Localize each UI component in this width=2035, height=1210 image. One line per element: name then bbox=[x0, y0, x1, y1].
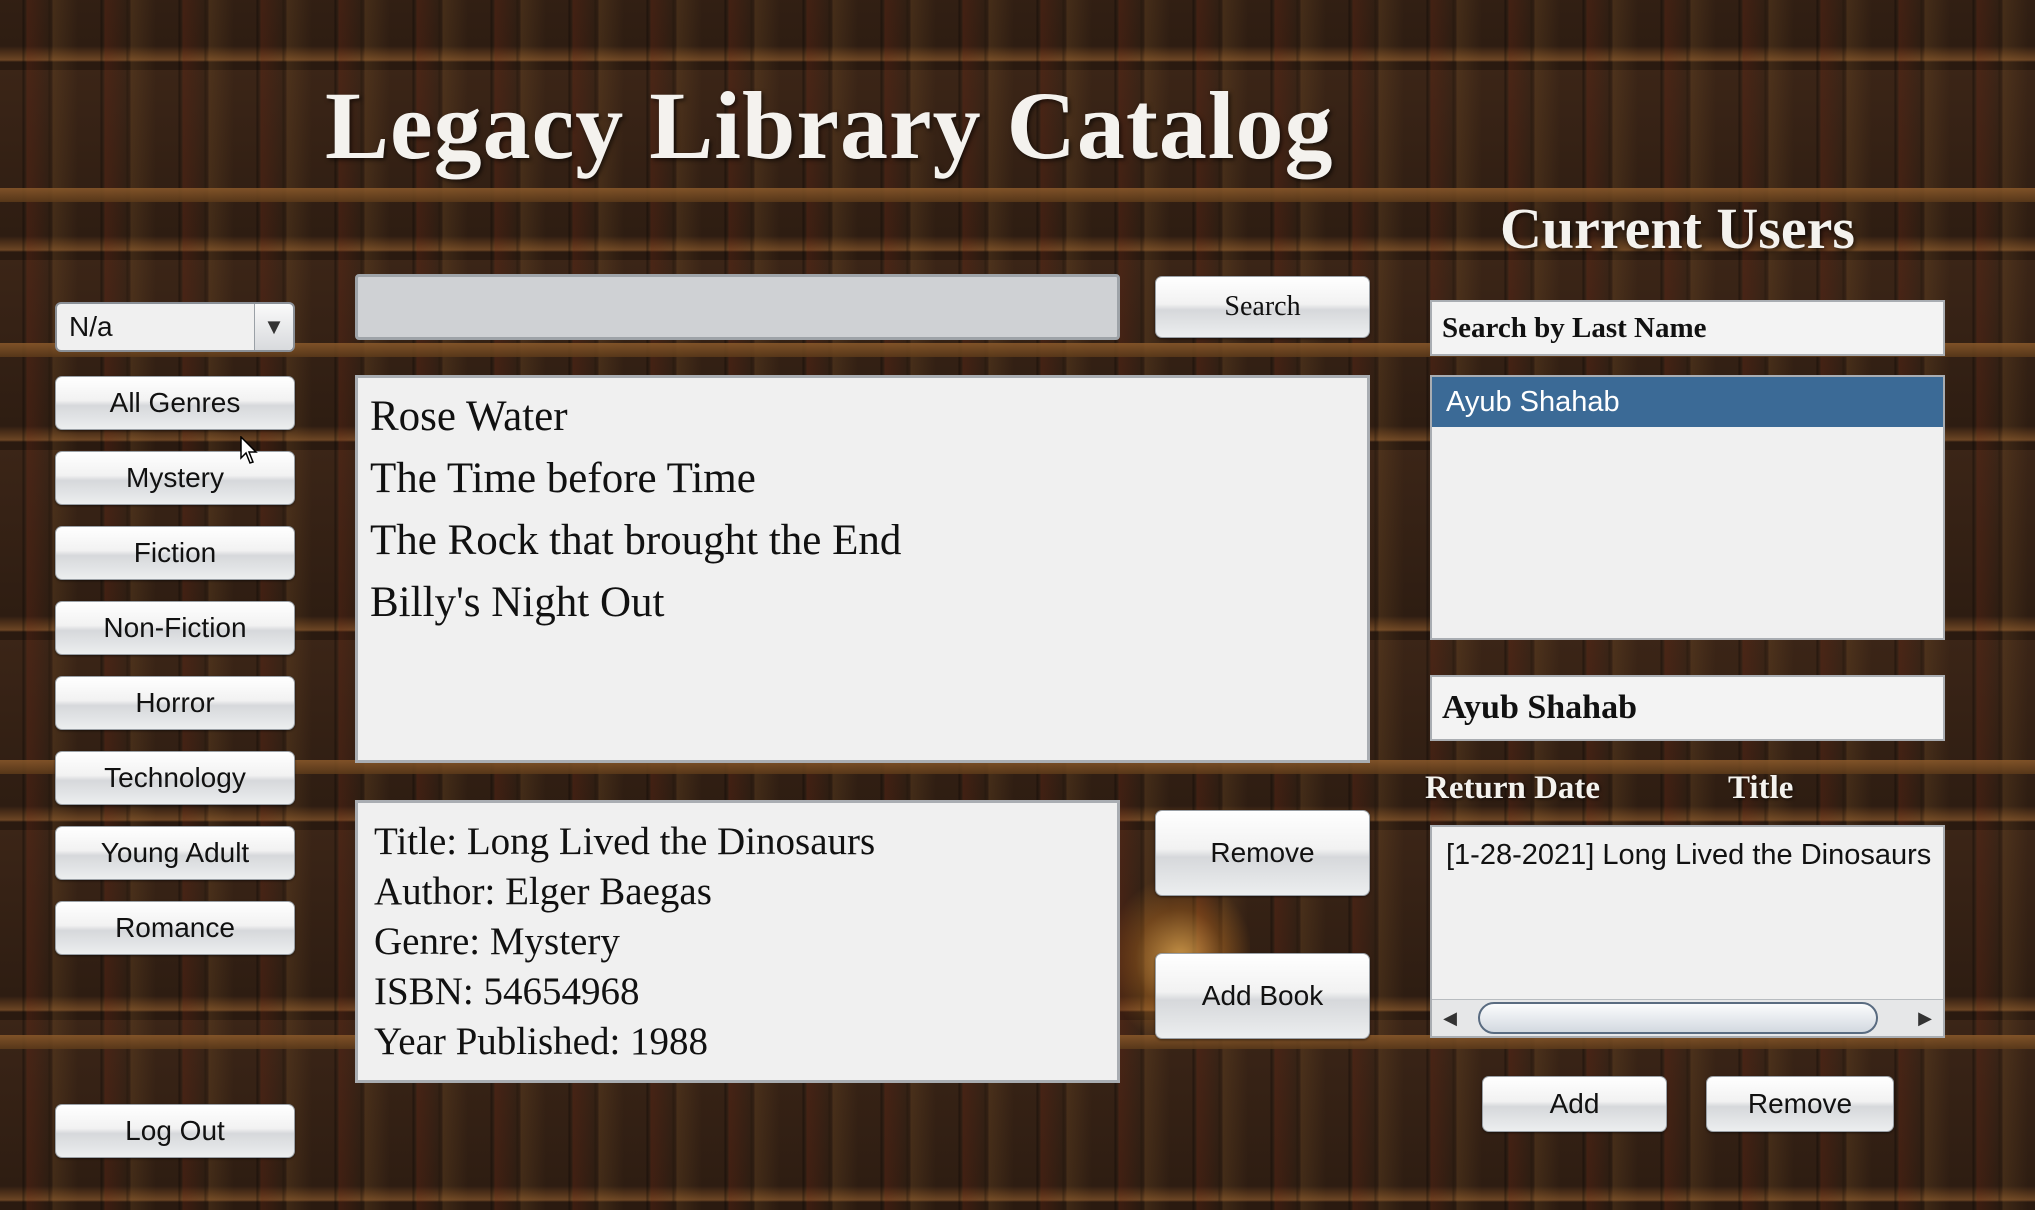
user-list[interactable]: Ayub Shahab bbox=[1430, 375, 1945, 640]
book-isbn: ISBN: 54654968 bbox=[374, 970, 640, 1013]
column-header-title: Title bbox=[1728, 770, 1794, 806]
genre-dropdown[interactable]: N/a ▼ bbox=[55, 302, 295, 352]
genre-button-romance[interactable]: Romance bbox=[55, 901, 295, 955]
logout-button[interactable]: Log Out bbox=[55, 1104, 295, 1158]
list-item[interactable]: [1-28-2021] Long Lived the Dinosaurs bbox=[1446, 839, 1931, 872]
mouse-cursor-icon bbox=[240, 436, 258, 464]
user-search-input[interactable]: Search by Last Name bbox=[1430, 300, 1945, 356]
list-item[interactable]: Rose Water bbox=[370, 386, 1355, 448]
book-year: Year Published: 1988 bbox=[374, 1020, 709, 1063]
genre-button-horror[interactable]: Horror bbox=[55, 676, 295, 730]
remove-book-button[interactable]: Remove bbox=[1155, 810, 1370, 896]
add-loan-button[interactable]: Add bbox=[1482, 1076, 1667, 1132]
book-list[interactable]: Rose Water The Time before Time The Rock… bbox=[355, 375, 1370, 763]
selected-user-name: Ayub Shahab bbox=[1430, 675, 1945, 741]
list-item[interactable]: The Time before Time bbox=[370, 448, 1355, 510]
genre-button-young-adult[interactable]: Young Adult bbox=[55, 826, 295, 880]
app-title: Legacy Library Catalog bbox=[325, 72, 1334, 179]
remove-loan-button[interactable]: Remove bbox=[1706, 1076, 1894, 1132]
scroll-right-icon[interactable]: ▶ bbox=[1907, 1000, 1943, 1036]
genre-button-all[interactable]: All Genres bbox=[55, 376, 295, 430]
book-genre: Genre: Mystery bbox=[374, 920, 620, 963]
add-book-button[interactable]: Add Book bbox=[1155, 953, 1370, 1039]
list-item[interactable]: The Rock that brought the End bbox=[370, 510, 1355, 572]
book-search-input[interactable] bbox=[355, 274, 1120, 340]
book-title: Title: Long Lived the Dinosaurs bbox=[374, 820, 876, 863]
book-details-panel: Title: Long Lived the Dinosaurs Author: … bbox=[355, 800, 1120, 1083]
scroll-left-icon[interactable]: ◀ bbox=[1432, 1000, 1468, 1036]
scrollbar-thumb[interactable] bbox=[1478, 1002, 1878, 1034]
list-item[interactable]: Billy's Night Out bbox=[370, 572, 1355, 634]
genre-button-non-fiction[interactable]: Non-Fiction bbox=[55, 601, 295, 655]
book-author: Author: Elger Baegas bbox=[374, 870, 712, 913]
list-item-selected[interactable]: Ayub Shahab bbox=[1432, 377, 1943, 427]
horizontal-scrollbar[interactable]: ◀ ▶ bbox=[1432, 999, 1943, 1036]
genre-button-fiction[interactable]: Fiction bbox=[55, 526, 295, 580]
genre-button-technology[interactable]: Technology bbox=[55, 751, 295, 805]
chevron-down-icon[interactable]: ▼ bbox=[254, 304, 293, 350]
search-button[interactable]: Search bbox=[1155, 276, 1370, 338]
column-header-return-date: Return Date bbox=[1425, 770, 1601, 806]
genre-dropdown-value: N/a bbox=[69, 311, 113, 342]
loans-list[interactable]: [1-28-2021] Long Lived the Dinosaurs ◀ ▶ bbox=[1430, 825, 1945, 1038]
users-heading: Current Users bbox=[1500, 196, 1855, 261]
